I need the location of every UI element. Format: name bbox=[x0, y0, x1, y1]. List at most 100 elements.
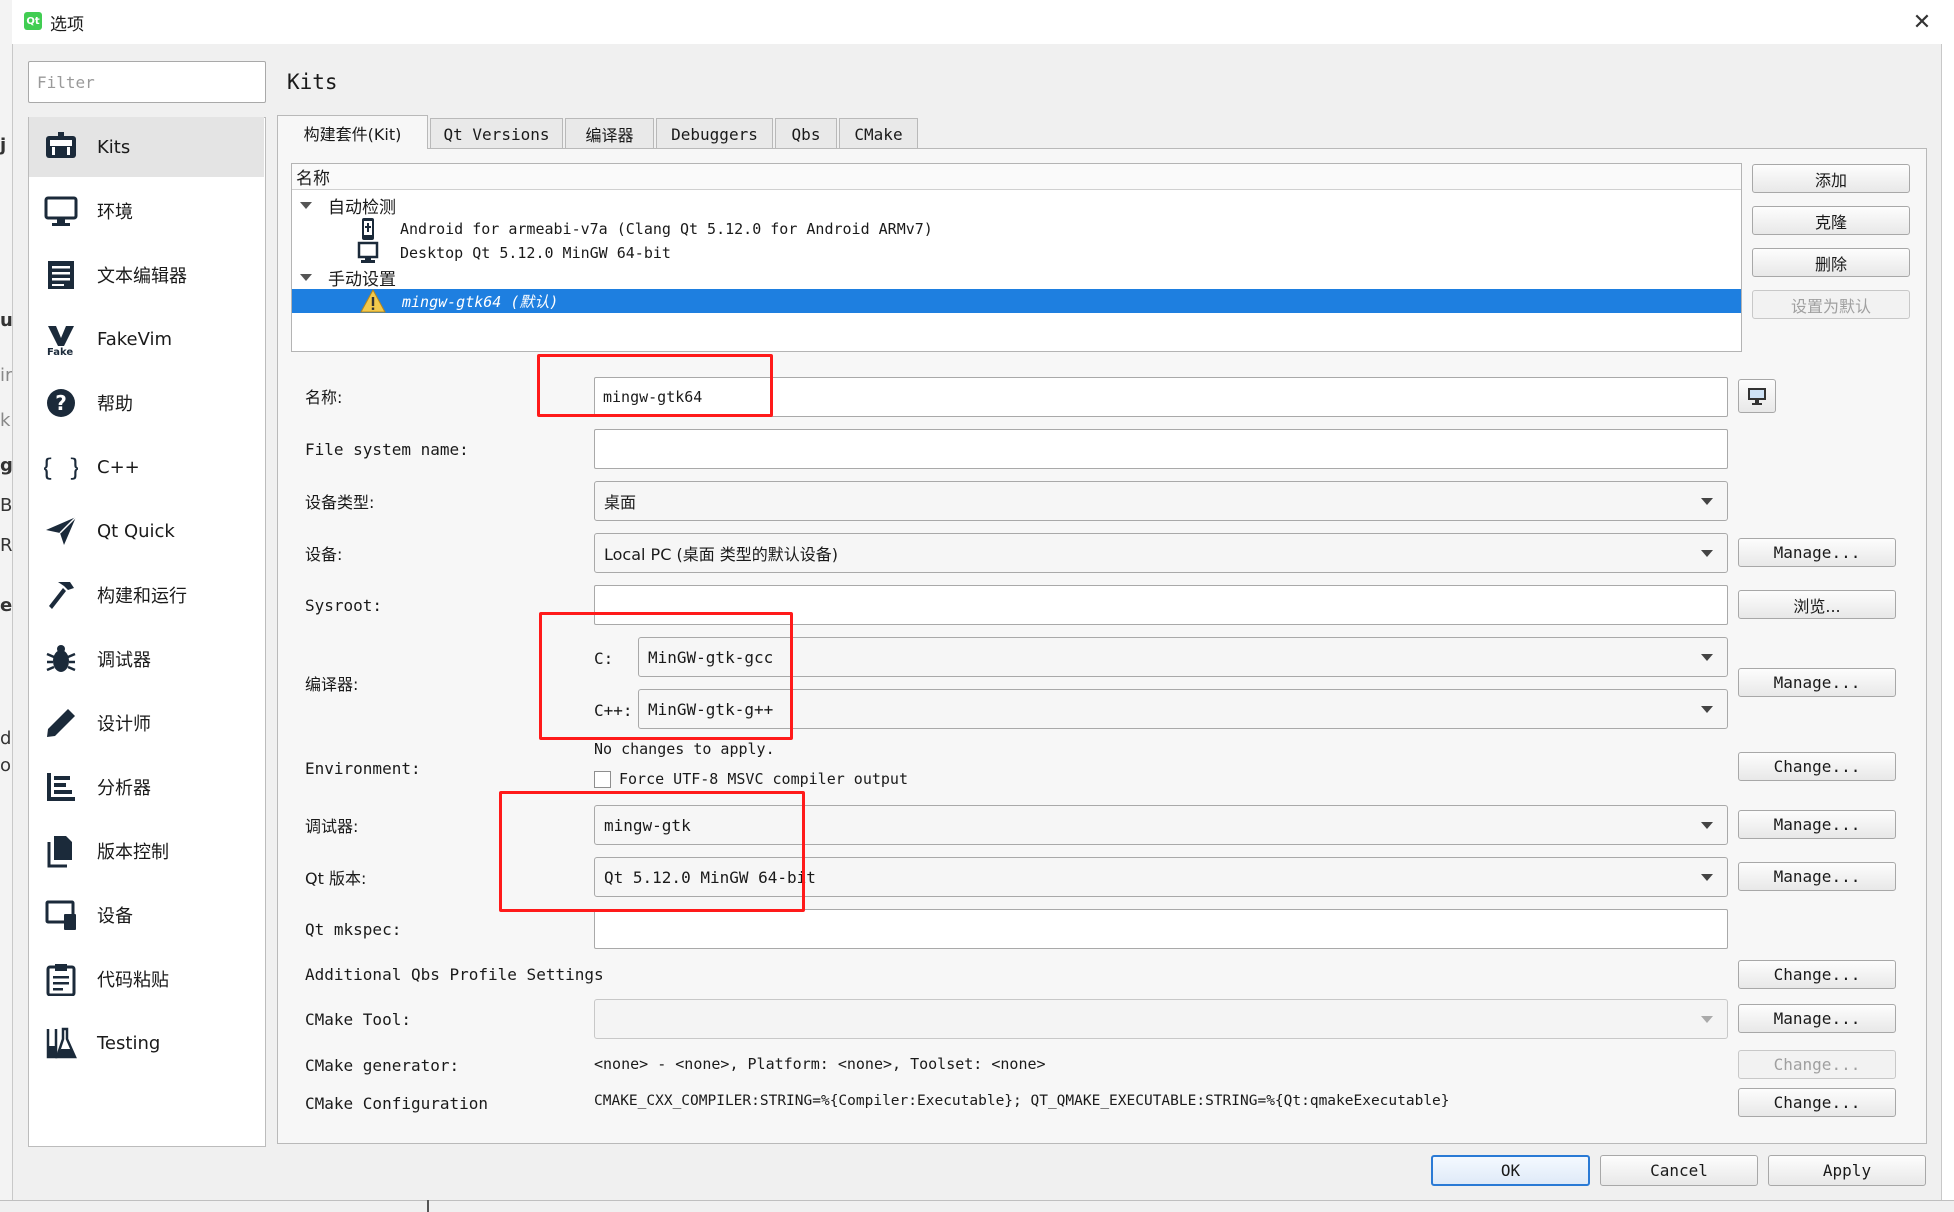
debugger-label: 调试器: bbox=[305, 817, 359, 836]
sidebar-item-label: 版本控制 bbox=[97, 842, 169, 863]
annotation-box-debugger-qt bbox=[499, 791, 805, 912]
tree-header: 名称 bbox=[292, 164, 1741, 190]
filter-input[interactable]: Filter bbox=[28, 61, 266, 103]
tree-group-label: 手动设置 bbox=[328, 269, 396, 290]
qt-logo-icon: Qt bbox=[24, 12, 42, 30]
sysroot-label: Sysroot: bbox=[305, 595, 383, 615]
sidebar-item-help[interactable]: ? 帮助 bbox=[29, 373, 264, 433]
svg-text:Fake: Fake bbox=[47, 347, 73, 356]
force-utf8-label[interactable]: Force UTF-8 MSVC compiler output bbox=[619, 770, 908, 788]
tab-compilers[interactable]: 编译器 bbox=[565, 118, 654, 149]
sidebar-item-build-run[interactable]: 构建和运行 bbox=[29, 565, 264, 625]
sidebar-item-cpp[interactable]: { } C++ bbox=[29, 437, 264, 497]
paper-plane-icon bbox=[39, 509, 83, 553]
sidebar-item-label: C++ bbox=[97, 456, 140, 478]
title-bar: Qt 选项 ✕ bbox=[12, 0, 1954, 44]
apply-button[interactable]: Apply bbox=[1768, 1155, 1926, 1186]
tree-item-android[interactable]: Android for armeabi-v7a (Clang Qt 5.12.0… bbox=[356, 217, 933, 241]
behind-window-fragments: j u ir k g B R et d o bbox=[0, 130, 21, 830]
collapse-arrow-icon bbox=[300, 273, 312, 281]
chevron-down-icon bbox=[1701, 654, 1713, 661]
cpp-compiler-combo[interactable]: MinGW-gtk-g++ bbox=[638, 689, 1728, 729]
sidebar-item-fakevim[interactable]: Fake FakeVim bbox=[29, 309, 264, 369]
chevron-down-icon bbox=[1701, 498, 1713, 505]
cmake-tool-manage-button[interactable]: Manage... bbox=[1738, 1004, 1896, 1033]
mkspec-input[interactable] bbox=[594, 909, 1728, 949]
c-compiler-combo[interactable]: MinGW-gtk-gcc bbox=[638, 637, 1728, 677]
sidebar-item-testing[interactable]: Testing bbox=[29, 1013, 264, 1073]
sidebar-item-environment[interactable]: 环境 bbox=[29, 181, 264, 241]
close-icon[interactable]: ✕ bbox=[1902, 6, 1942, 38]
sidebar-item-qt-quick[interactable]: Qt Quick bbox=[29, 501, 264, 561]
fragment: g bbox=[0, 455, 13, 476]
combo-value: 桌面 bbox=[604, 493, 637, 512]
sysroot-browse-button[interactable]: 浏览... bbox=[1738, 590, 1896, 619]
sidebar-item-label: 帮助 bbox=[97, 394, 133, 415]
tab-kits[interactable]: 构建套件(Kit) bbox=[277, 115, 428, 149]
tree-item-label: Desktop Qt 5.12.0 MinGW 64-bit bbox=[400, 244, 671, 262]
tree-header-label: 名称 bbox=[296, 169, 330, 189]
cmake-tool-combo[interactable] bbox=[594, 999, 1728, 1039]
tab-debuggers[interactable]: Debuggers bbox=[656, 118, 773, 149]
sidebar-item-label: 设计师 bbox=[97, 714, 151, 735]
debugger-manage-button[interactable]: Manage... bbox=[1738, 810, 1896, 839]
ok-button[interactable]: OK bbox=[1431, 1155, 1590, 1186]
sidebar-item-code-pasting[interactable]: 代码粘贴 bbox=[29, 949, 264, 1009]
fragment: B bbox=[0, 495, 13, 516]
chevron-down-icon bbox=[1701, 706, 1713, 713]
tab-label: Qt Versions bbox=[443, 124, 550, 144]
fs-name-input[interactable] bbox=[594, 429, 1728, 469]
sidebar-item-debugger[interactable]: 调试器 bbox=[29, 629, 264, 689]
flask-icon bbox=[39, 1021, 83, 1065]
cmake-generator-label: CMake generator: bbox=[305, 1055, 460, 1075]
tree-group-manual[interactable]: 手动设置 bbox=[300, 265, 396, 290]
sidebar-item-analyzer[interactable]: 分析器 bbox=[29, 757, 264, 817]
remove-kit-button[interactable]: 删除 bbox=[1752, 248, 1910, 277]
clipboard-icon bbox=[39, 957, 83, 1001]
sidebar-item-designer[interactable]: 设计师 bbox=[29, 693, 264, 753]
device-combo[interactable]: Local PC (桌面 类型的默认设备) bbox=[594, 533, 1728, 573]
make-default-button[interactable]: 设置为默认 bbox=[1752, 290, 1910, 319]
sidebar-item-kits[interactable]: Kits bbox=[29, 117, 264, 177]
combo-value: Local PC (桌面 类型的默认设备) bbox=[604, 545, 839, 564]
tree-group-auto[interactable]: 自动检测 bbox=[300, 193, 396, 218]
tree-item-mingw-gtk64[interactable]: mingw-gtk64 (默认) bbox=[360, 289, 558, 313]
tab-label: CMake bbox=[854, 124, 903, 144]
device-type-label: 设备类型: bbox=[305, 493, 375, 512]
sidebar-item-label: 构建和运行 bbox=[97, 586, 187, 607]
sidebar-item-version-control[interactable]: 版本控制 bbox=[29, 821, 264, 881]
compiler-manage-button[interactable]: Manage... bbox=[1738, 668, 1896, 697]
device-type-combo[interactable]: 桌面 bbox=[594, 481, 1728, 521]
cmake-tool-label: CMake Tool: bbox=[305, 1009, 411, 1029]
tab-qt-versions[interactable]: Qt Versions bbox=[430, 118, 563, 149]
environment-change-button[interactable]: Change... bbox=[1738, 752, 1896, 781]
sidebar-item-label: Kits bbox=[97, 136, 131, 158]
bug-icon bbox=[39, 637, 83, 681]
tree-item-desktop[interactable]: Desktop Qt 5.12.0 MinGW 64-bit bbox=[356, 241, 671, 265]
sidebar-item-label: FakeVim bbox=[97, 328, 173, 350]
tab-label: Qbs bbox=[791, 124, 821, 144]
cancel-button[interactable]: Cancel bbox=[1600, 1155, 1758, 1186]
chevron-down-icon bbox=[1701, 550, 1713, 557]
tree-group-label: 自动检测 bbox=[328, 197, 396, 218]
sidebar-item-devices[interactable]: 设备 bbox=[29, 885, 264, 945]
tab-label: Debuggers bbox=[671, 124, 758, 144]
add-kit-button[interactable]: 添加 bbox=[1752, 164, 1910, 193]
force-utf8-checkbox[interactable] bbox=[594, 771, 611, 788]
sidebar-item-text-editor[interactable]: 文本编辑器 bbox=[29, 245, 264, 305]
tree-item-label: mingw-gtk64 (默认) bbox=[402, 292, 559, 311]
annotation-box-compiler bbox=[539, 612, 793, 740]
fragment: o bbox=[0, 755, 12, 776]
fragment: j bbox=[0, 135, 7, 156]
cmake-generator-change-button[interactable]: Change... bbox=[1738, 1050, 1896, 1079]
cmake-generator-value: <none> - <none>, Platform: <none>, Tools… bbox=[594, 1055, 1046, 1073]
tab-qbs[interactable]: Qbs bbox=[775, 118, 837, 149]
clone-kit-button[interactable]: 克隆 bbox=[1752, 206, 1910, 235]
sidebar-item-label: 设备 bbox=[97, 906, 133, 927]
tab-cmake[interactable]: CMake bbox=[839, 118, 918, 149]
qt-version-manage-button[interactable]: Manage... bbox=[1738, 862, 1896, 891]
cmake-config-change-button[interactable]: Change... bbox=[1738, 1088, 1896, 1117]
device-icon-button[interactable] bbox=[1738, 379, 1776, 413]
device-manage-button[interactable]: Manage... bbox=[1738, 538, 1896, 567]
qbs-profile-change-button[interactable]: Change... bbox=[1738, 960, 1896, 989]
